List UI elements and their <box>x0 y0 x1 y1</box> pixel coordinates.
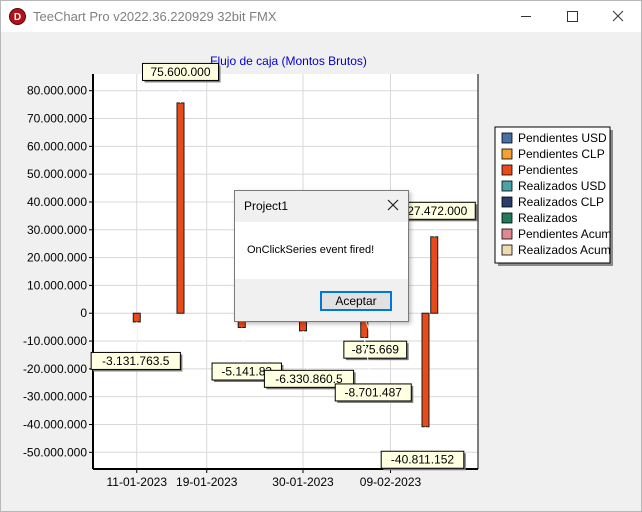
x-tick-label: 30-01-2023 <box>272 475 334 489</box>
y-tick-label: -30.000.000 <box>23 390 87 404</box>
data-label: -40.811.152 <box>391 453 454 467</box>
legend-label: Realizados USD <box>518 179 606 193</box>
legend-item[interactable]: Realizados Acum <box>501 243 611 257</box>
dialog-title: Project1 <box>244 199 289 213</box>
close-icon <box>612 10 624 22</box>
chart-title: Flujo de caja (Montos Brutos) <box>210 54 367 68</box>
y-tick-label: 20.000.000 <box>27 251 87 265</box>
window-title: TeeChart Pro v2022.36.220929 32bit FMX <box>33 9 277 24</box>
legend-swatch <box>501 228 513 240</box>
legend-swatch <box>501 196 513 208</box>
y-tick-label: -40.000.000 <box>23 417 87 431</box>
data-label: 75.600.000 <box>150 65 210 79</box>
x-tick-label: 19-01-2023 <box>176 475 238 489</box>
bar <box>421 312 430 428</box>
message-dialog[interactable]: Project1 OnClickSeries event fired! Acep… <box>234 190 409 322</box>
app-window: D TeeChart Pro v2022.36.220929 32bit FMX… <box>0 0 642 512</box>
legend-swatch <box>501 244 513 256</box>
y-tick-label: 60.000.000 <box>27 139 87 153</box>
legend-item[interactable]: Realizados USD <box>501 179 606 193</box>
bar <box>430 236 439 314</box>
close-icon <box>387 199 399 211</box>
x-tick-label: 11-01-2023 <box>107 475 168 489</box>
dialog-message: OnClickSeries event fired! <box>247 244 375 256</box>
legend-swatch <box>501 132 513 144</box>
title-bar[interactable]: D TeeChart Pro v2022.36.220929 32bit FMX <box>1 1 641 32</box>
legend-label: Pendientes USD <box>518 131 607 145</box>
legend-item[interactable]: Pendientes Acum <box>501 227 611 241</box>
legend-label: Realizados CLP <box>518 195 604 209</box>
legend-swatch <box>501 180 513 192</box>
data-label: -8.701.487 <box>345 385 403 399</box>
legend-swatch <box>501 212 513 224</box>
teechart-d-icon: D <box>9 8 26 25</box>
data-label: -6.330.860.5 <box>275 372 343 386</box>
legend-label: Pendientes CLP <box>518 147 605 161</box>
y-tick-label: 80.000.000 <box>27 84 87 98</box>
bar <box>176 102 185 314</box>
legend-label: Pendientes Acum <box>518 227 611 241</box>
data-label: 27.472.000 <box>407 204 467 218</box>
legend-item[interactable]: Pendientes USD <box>501 131 607 145</box>
legend-label: Pendientes <box>518 163 578 177</box>
y-tick-label: 30.000.000 <box>27 223 87 237</box>
dialog-body: OnClickSeries event fired! <box>235 222 408 279</box>
data-label: -3.131.763.5 <box>102 354 170 368</box>
bar <box>132 312 141 323</box>
x-tick-label: 09-02-2023 <box>360 475 422 489</box>
legend-label: Realizados <box>518 211 577 225</box>
maximize-button[interactable] <box>549 1 595 32</box>
maximize-icon <box>567 11 578 22</box>
y-tick-label: 70.000.000 <box>27 112 87 126</box>
legend-label: Realizados Acum <box>518 243 611 257</box>
minimize-icon <box>521 16 531 17</box>
y-tick-label: -20.000.000 <box>23 362 87 376</box>
y-tick-label: 10.000.000 <box>27 278 87 292</box>
y-tick-label: 40.000.000 <box>27 195 87 209</box>
minimize-button[interactable] <box>503 1 549 32</box>
y-tick-label: 50.000.000 <box>27 167 87 181</box>
legend-item[interactable]: Pendientes CLP <box>501 147 605 161</box>
y-tick-label: -10.000.000 <box>23 334 87 348</box>
legend-swatch <box>501 164 513 176</box>
y-tick-label: 0 <box>80 306 87 320</box>
legend-item[interactable]: Realizados CLP <box>501 195 604 209</box>
y-tick-label: -50.000.000 <box>23 445 87 459</box>
dialog-close-button[interactable] <box>383 195 403 215</box>
legend[interactable]: Pendientes USD Pendientes CLP Pendientes Re… <box>494 126 613 266</box>
legend-swatch <box>501 148 513 160</box>
close-button[interactable] <box>595 1 641 32</box>
accept-button[interactable]: Aceptar <box>320 291 392 311</box>
data-label: -875.669 <box>352 343 400 357</box>
